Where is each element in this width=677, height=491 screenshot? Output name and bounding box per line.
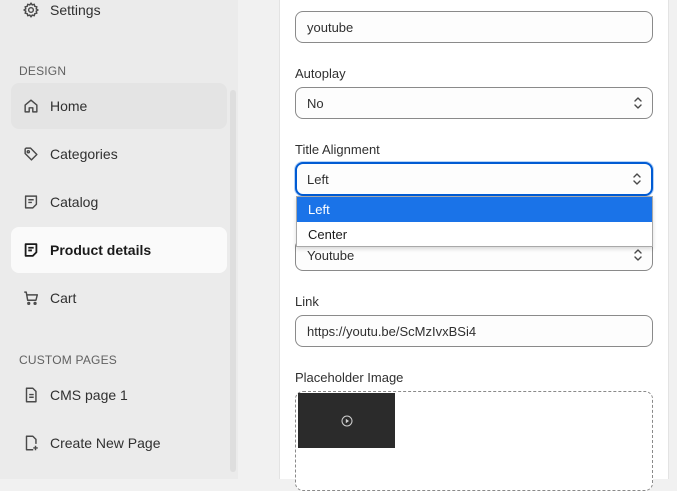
sidebar-item-home[interactable]: Home <box>11 83 227 129</box>
sidebar-item-cms-page-1[interactable]: CMS page 1 <box>11 372 227 418</box>
sidebar-scrollbar[interactable] <box>230 90 236 472</box>
select-caret-icon <box>634 97 642 109</box>
sidebar-item-label: Product details <box>50 242 152 258</box>
autoplay-select-value: No <box>307 95 324 111</box>
design-section-heading: DESIGN <box>19 64 67 78</box>
sidebar-item-create-new-page[interactable]: Create New Page <box>11 420 227 466</box>
select-caret-icon <box>633 173 641 185</box>
play-icon <box>341 415 352 426</box>
gear-icon <box>22 1 40 19</box>
custom-pages-section-heading: CUSTOM PAGES <box>19 353 117 367</box>
sidebar-item-label: Settings <box>50 2 101 18</box>
sidebar: Settings DESIGN Home Categories Catalog <box>0 0 238 479</box>
catalog-icon <box>22 193 40 211</box>
select-caret-icon <box>634 249 642 261</box>
cart-icon <box>22 289 40 307</box>
title-input-value: youtube <box>307 19 354 35</box>
sidebar-item-label: CMS page 1 <box>50 387 128 403</box>
title-alignment-label: Title Alignment <box>295 142 380 157</box>
home-icon <box>22 97 40 115</box>
title-alignment-select-value: Left <box>307 171 329 187</box>
video-provider-select-value: Youtube <box>307 247 355 263</box>
sidebar-item-label: Categories <box>50 146 118 162</box>
sidebar-item-settings[interactable]: Settings <box>11 0 227 33</box>
autoplay-select[interactable]: No <box>295 87 653 119</box>
sidebar-item-label: Catalog <box>50 194 99 210</box>
placeholder-image-label: Placeholder Image <box>295 370 404 385</box>
sidebar-item-product-details[interactable]: Product details <box>11 227 227 273</box>
sidebar-item-categories[interactable]: Categories <box>11 131 227 177</box>
title-input[interactable]: youtube <box>295 11 653 43</box>
autoplay-label: Autoplay <box>295 66 346 81</box>
sidebar-item-label: Cart <box>50 290 77 306</box>
title-alignment-dropdown: Left Center <box>296 196 653 247</box>
link-label: Link <box>295 294 319 309</box>
dropdown-option-left[interactable]: Left <box>297 197 652 222</box>
sidebar-item-label: Create New Page <box>50 435 161 451</box>
link-input-value: https://youtu.be/ScMzIvxBSi4 <box>307 323 477 339</box>
link-input[interactable]: https://youtu.be/ScMzIvxBSi4 <box>295 315 653 347</box>
title-alignment-select[interactable]: Left <box>295 162 653 196</box>
dropdown-option-center[interactable]: Center <box>297 222 652 247</box>
tag-icon <box>22 145 40 163</box>
placeholder-image-thumbnail[interactable] <box>298 393 395 448</box>
sidebar-item-cart[interactable]: Cart <box>11 275 227 321</box>
sidebar-item-label: Home <box>50 98 88 114</box>
page-icon <box>22 386 40 404</box>
new-page-icon <box>22 434 40 452</box>
product-details-icon <box>22 241 40 259</box>
sidebar-item-catalog[interactable]: Catalog <box>11 179 227 225</box>
